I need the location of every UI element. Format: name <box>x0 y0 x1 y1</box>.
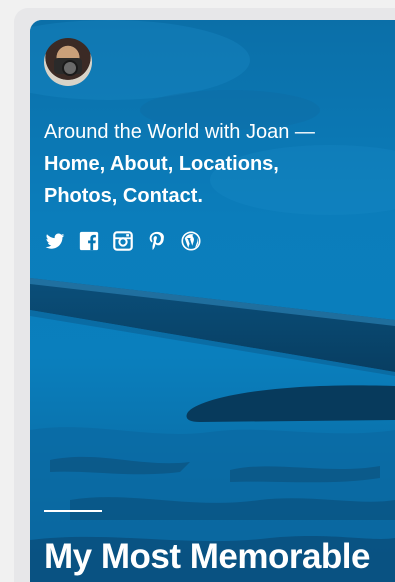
nav-home[interactable]: Home <box>44 153 100 175</box>
nav-separator: , <box>273 153 279 175</box>
nav-photos[interactable]: Photos <box>44 185 112 207</box>
nav-separator: , <box>111 185 123 207</box>
wordpress-icon[interactable] <box>180 230 202 252</box>
title-divider <box>44 510 102 512</box>
instagram-icon[interactable] <box>112 230 134 252</box>
avatar[interactable] <box>44 38 92 86</box>
social-links <box>44 230 381 252</box>
site-header: Around the World with Joan — Home, About… <box>30 20 395 582</box>
camera-lens <box>62 60 78 76</box>
twitter-icon[interactable] <box>44 230 66 252</box>
facebook-icon[interactable] <box>78 230 100 252</box>
nav-separator: , <box>99 153 110 175</box>
title-dash: — <box>289 121 315 143</box>
nav-locations[interactable]: Locations <box>179 153 273 175</box>
site-title: Around the World with Joan <box>44 121 290 143</box>
nav-about[interactable]: About <box>110 153 168 175</box>
site-description: Around the World with Joan — Home, About… <box>44 116 381 212</box>
nav-end: . <box>197 185 203 207</box>
header-content: Around the World with Joan — Home, About… <box>44 38 381 252</box>
pinterest-icon[interactable] <box>146 230 168 252</box>
post-title[interactable]: My Most Memorable <box>44 537 371 577</box>
nav-separator: , <box>167 153 179 175</box>
nav-contact[interactable]: Contact <box>123 185 197 207</box>
